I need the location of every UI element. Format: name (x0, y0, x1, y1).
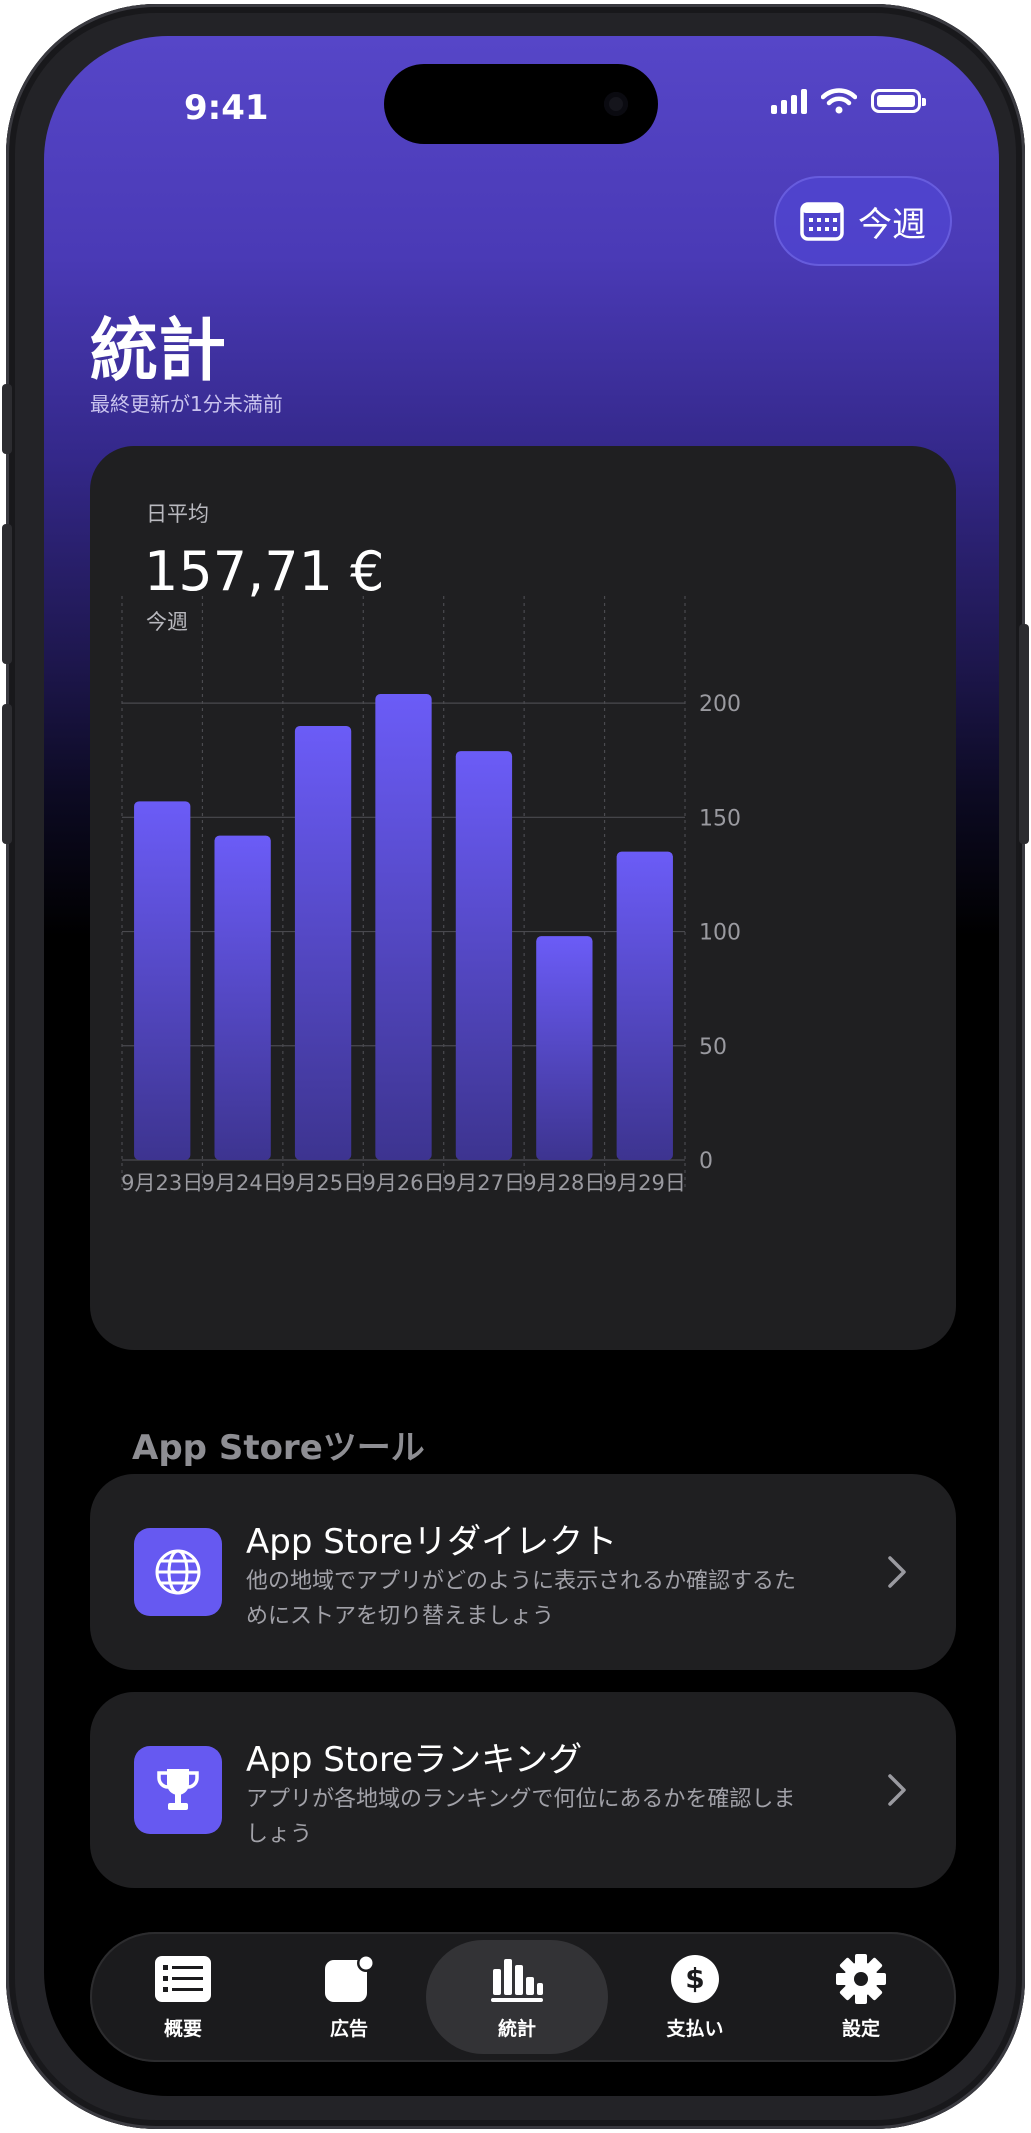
chevron-right-icon (888, 1774, 906, 1806)
stats-card: 日平均 157,71 € 今週 0 50 100 150 200 9月23日 9月24日 9月… (90, 446, 956, 1350)
tab-bar: 概要 広告 統計 $ 支払い 設定 (90, 1932, 956, 2062)
x-tick-label: 9月26日 (362, 1171, 444, 1195)
chart-bar (134, 801, 191, 1160)
x-tick-label: 9月23日 (121, 1171, 203, 1195)
phone-frame: 9:41 今週 統計 最終更新が1分未満前 日平均 157,71 € 今週 0 … (2, 4, 1029, 2129)
chart-bar (616, 851, 673, 1160)
ads-icon (321, 1953, 377, 2004)
app-store-redirect-card[interactable]: App Storeリダイレクト 他の地域でアプリがどのように表示されるか確認する… (90, 1474, 956, 1670)
tab-settings[interactable]: 設定 (778, 1932, 944, 2062)
tab-label: 支払い (666, 2017, 724, 2040)
period-label: 今週 (858, 204, 926, 245)
status-time: 9:41 (184, 88, 269, 128)
x-tick-label: 9月25日 (282, 1171, 364, 1195)
tab-statistics[interactable]: 統計 (426, 1932, 608, 2062)
tab-label: 設定 (841, 2017, 880, 2040)
camera-icon (604, 92, 628, 116)
x-tick-label: 9月28日 (523, 1171, 605, 1195)
cellular-signal-icon (771, 88, 807, 114)
tool-title: App Storeリダイレクト (246, 1522, 618, 1562)
last-updated-text: 最終更新が1分未満前 (90, 392, 283, 416)
y-tick-label: 150 (699, 806, 741, 831)
y-tick-label: 100 (699, 921, 741, 946)
y-tick-label: 50 (699, 1035, 727, 1060)
period-selector-button[interactable]: 今週 (774, 176, 952, 266)
volume-down-button (2, 704, 12, 844)
x-tick-label: 9月24日 (202, 1171, 284, 1195)
gear-icon (833, 1953, 889, 2004)
list-icon (155, 1954, 211, 2004)
chart-bar (294, 725, 352, 1160)
chart-bar (455, 751, 513, 1160)
chart-bar (536, 936, 593, 1160)
action-button (2, 384, 12, 454)
y-tick-label: 0 (699, 1149, 713, 1174)
tool-description: 他の地域でアプリがどのように表示されるか確認するためにストアを切り替えましょう (246, 1569, 797, 1629)
y-tick-label: 200 (699, 692, 741, 717)
globe-icon (134, 1528, 222, 1616)
tab-payments[interactable]: $ 支払い (612, 1932, 778, 2062)
tool-title: App Storeランキング (246, 1740, 583, 1780)
volume-up-button (2, 524, 12, 664)
tab-label: 概要 (163, 2017, 202, 2040)
tool-description: アプリが各地域のランキングで何位にあるかを確認しましょう (246, 1787, 796, 1847)
chart-bar (375, 693, 432, 1160)
x-tick-label: 9月29日 (604, 1171, 686, 1195)
wifi-icon (821, 88, 857, 114)
screen: 9:41 今週 統計 最終更新が1分未満前 日平均 157,71 € 今週 0 … (44, 36, 999, 2096)
svg-text:$: $ (685, 1962, 704, 1995)
x-tick-label: 9月27日 (443, 1171, 525, 1195)
tab-label: 広告 (329, 2017, 368, 2040)
section-title-app-store-tools: App Storeツール (132, 1428, 425, 1468)
daily-revenue-bar-chart: 0501001502009月23日9月24日9月25日9月26日9月27日9月2… (121, 596, 741, 1195)
calendar-icon (800, 202, 844, 241)
tab-label: 統計 (497, 2017, 536, 2040)
app-store-ranking-card[interactable]: App Storeランキング アプリが各地域のランキングで何位にあるかを確認しま… (90, 1692, 956, 1888)
tab-overview[interactable]: 概要 (100, 1932, 266, 2062)
chart-bar (214, 835, 271, 1160)
power-button (1019, 624, 1029, 844)
status-icons (771, 88, 926, 114)
dynamic-island (384, 64, 658, 144)
trophy-icon (134, 1746, 222, 1834)
dollar-icon: $ (667, 1954, 723, 2004)
page-title: 統計 (90, 312, 227, 391)
bar-chart-icon (489, 1954, 545, 2004)
battery-icon (871, 89, 926, 113)
tab-ads[interactable]: 広告 (266, 1932, 432, 2062)
chevron-right-icon (888, 1556, 906, 1588)
